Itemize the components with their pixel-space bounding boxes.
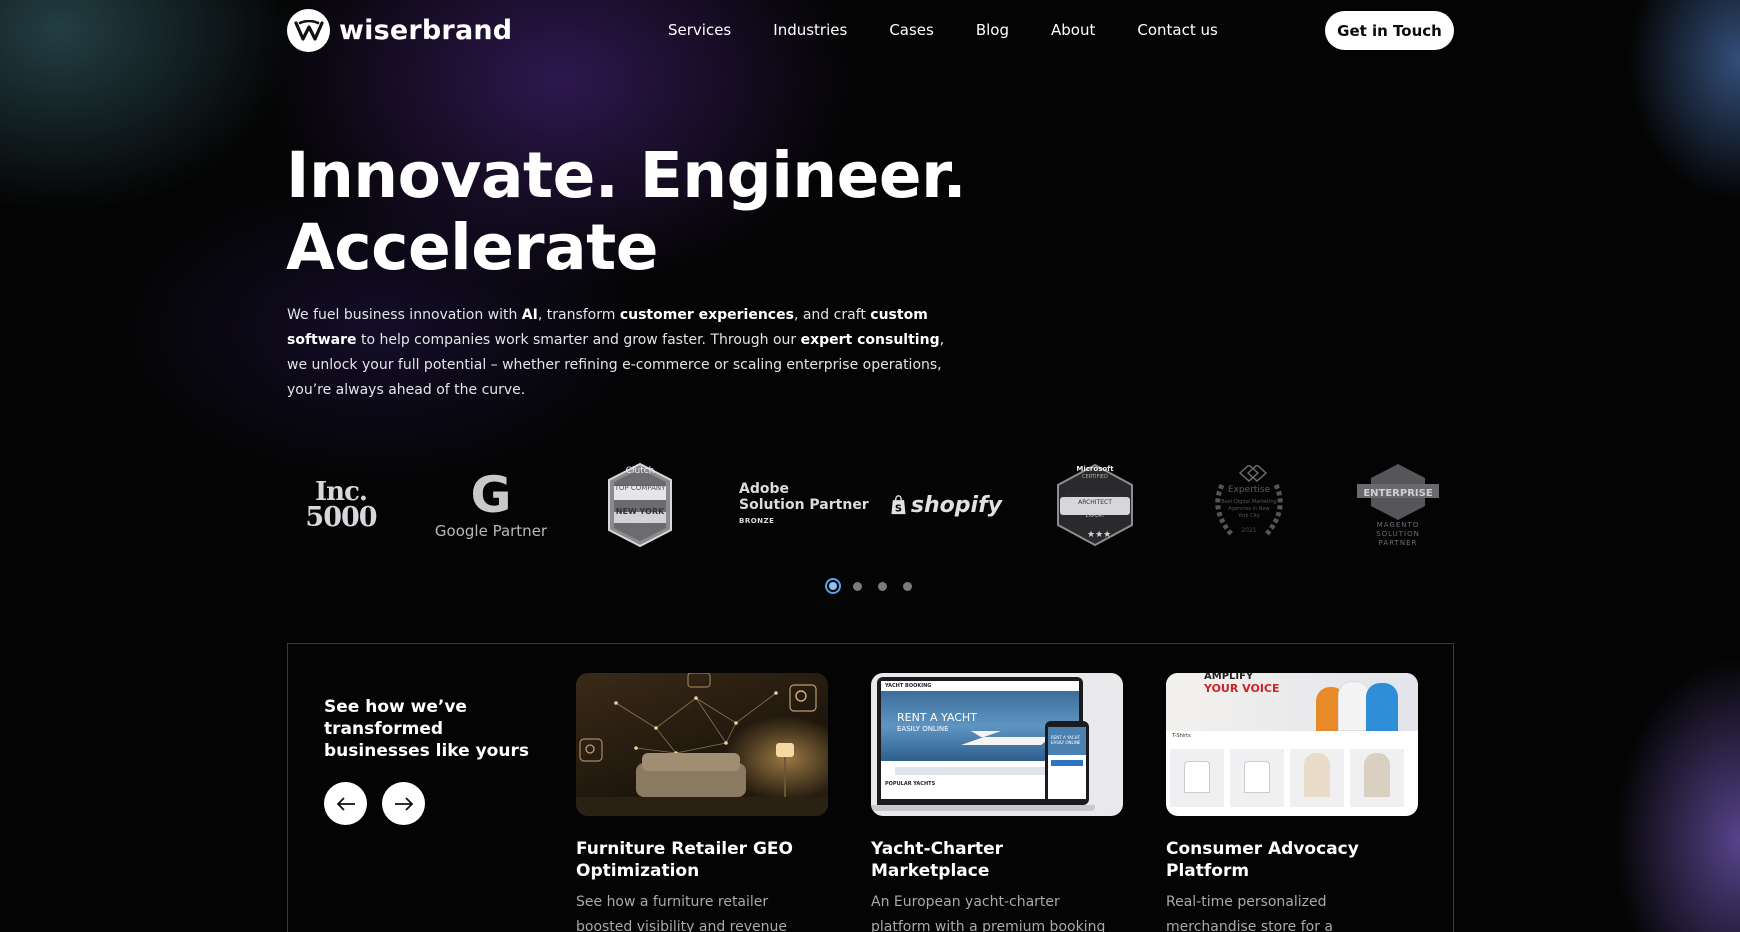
case-image-furniture: [576, 673, 828, 816]
hero-title-line1: Innovate. Engineer.: [286, 139, 967, 212]
case-description: Real-time personalized merchandise store…: [1166, 894, 1333, 932]
google-partner-label: Google Partner: [434, 522, 548, 540]
nav-about[interactable]: About: [1051, 21, 1095, 39]
nav-blog[interactable]: Blog: [976, 21, 1009, 39]
nav-contact[interactable]: Contact us: [1137, 21, 1217, 39]
advocacy-headline2: YOUR VOICE: [1204, 682, 1280, 695]
hero-title: Innovate. Engineer. Accelerate: [286, 140, 986, 284]
microsoft-azure-badge: ★★★ Microsoft CERTIFIED AZURE SOLUTIONS …: [1054, 455, 1136, 555]
yacht-headline1: RENT A YACHT: [897, 711, 977, 724]
case-card-advocacy[interactable]: AMPLIFY YOUR VOICE T-Shirts Consumer Adv…: [1166, 673, 1418, 932]
magento-partner-badge: ENTERPRISE MAGENTO SOLUTION PARTNER: [1355, 455, 1441, 555]
carousel-dot-1[interactable]: [825, 578, 841, 594]
case-title: Consumer Advocacy Platform: [1166, 839, 1359, 881]
shopify-label: shopify: [910, 492, 1002, 518]
partner-logos: Inc. 5000 G Google Partner Clutch TOP CO…: [287, 455, 1455, 555]
clutch-line1: TOP COMPANY: [614, 484, 666, 492]
nav-industries[interactable]: Industries: [773, 21, 847, 39]
google-g-icon: G: [470, 466, 512, 524]
hero-desc-bold: AI: [521, 307, 538, 323]
clutch-line2: NEW YORK: [615, 507, 665, 516]
carousel-dot-4[interactable]: [903, 581, 912, 591]
carousel-dot-2[interactable]: [853, 581, 862, 591]
adobe-line2: Solution Partner: [739, 497, 869, 513]
microsoft-line2: CERTIFIED: [1082, 474, 1108, 480]
case-card-yacht[interactable]: YACHT BOOKING RENT A YACHT EASILY ONLINE…: [871, 673, 1123, 932]
cases-heading: See how we’ve transformed businesses lik…: [324, 697, 529, 761]
advocacy-section: T-Shirts: [1172, 733, 1191, 739]
case-description: An European yacht-charter platform with …: [871, 894, 1106, 932]
main-nav: Services Industries Cases Blog About Con…: [668, 21, 1260, 39]
adobe-line3: BRONZE: [739, 517, 775, 525]
yacht-phone-line2: EASILY ONLINE: [1051, 740, 1081, 745]
case-description: See how a furniture retailer boosted vis…: [576, 894, 787, 932]
hero-desc-text: to help companies work smarter and grow …: [356, 332, 801, 348]
adobe-line1: Adobe: [739, 481, 789, 497]
case-card-furniture[interactable]: Furniture Retailer GEO Optimization See …: [576, 673, 828, 932]
case-title: Furniture Retailer GEO Optimization: [576, 839, 793, 881]
yacht-headline2: EASILY ONLINE: [897, 725, 949, 733]
expertise-line3: Agencies in New: [1228, 506, 1270, 512]
expertise-year: 2021: [1241, 527, 1257, 534]
adobe-partner-badge: Adobe Solution Partner BRONZE: [739, 455, 869, 555]
hero-desc-text: , transform: [537, 307, 620, 323]
hero-title-line2: Accelerate: [286, 211, 658, 284]
yacht-brand: YACHT BOOKING: [885, 683, 932, 689]
carousel-dot-3[interactable]: [878, 581, 887, 591]
magento-line3: SOLUTION: [1376, 530, 1420, 538]
google-partner-badge: G Google Partner: [427, 455, 555, 555]
next-case-button[interactable]: [382, 782, 425, 825]
hero-desc-text: , and craft: [793, 307, 871, 323]
arrow-left-icon: [336, 796, 355, 811]
hero-desc-text: We fuel business innovation with: [287, 307, 522, 323]
expertise-line4: York City: [1238, 513, 1260, 519]
case-image-yacht: YACHT BOOKING RENT A YACHT EASILY ONLINE…: [871, 673, 1123, 816]
brand-logo[interactable]: wiserbrand: [287, 9, 512, 52]
magento-line4: PARTNER: [1378, 539, 1418, 547]
hero-description: We fuel business innovation with AI, tra…: [287, 303, 967, 403]
previous-case-button[interactable]: [324, 782, 367, 825]
brand-logo-icon: [287, 9, 330, 52]
shopify-badge: S shopify: [890, 455, 1002, 555]
microsoft-line4: ARCHITECT: [1078, 499, 1112, 506]
brand-name: wiserbrand: [339, 15, 513, 46]
nav-cases[interactable]: Cases: [889, 21, 934, 39]
logo-carousel-dots: [825, 578, 928, 594]
site-header: wiserbrand Services Industries Cases Blo…: [0, 0, 1740, 62]
expertise-award-badge: Expertise Best Digital Marketing Agencie…: [1202, 455, 1296, 555]
expertise-line2: Best Digital Marketing: [1221, 499, 1277, 505]
case-studies-section: See how we’ve transformed businesses lik…: [287, 643, 1454, 932]
arrow-right-icon: [394, 796, 413, 811]
get-in-touch-button[interactable]: Get in Touch: [1325, 11, 1454, 50]
expertise-line1: Expertise: [1227, 485, 1271, 495]
microsoft-line3: AZURE SOLUTIONS: [1066, 492, 1124, 499]
magento-line1: ENTERPRISE: [1363, 488, 1433, 499]
hero-desc-bold: customer experiences: [619, 307, 794, 323]
case-image-advocacy: AMPLIFY YOUR VOICE T-Shirts: [1166, 673, 1418, 816]
advocacy-headline1: AMPLIFY: [1204, 673, 1254, 682]
svg-text:★★★: ★★★: [1087, 530, 1111, 540]
hero-desc-bold: expert consulting: [800, 332, 940, 348]
clutch-year: 2023: [632, 518, 648, 525]
microsoft-line5: EXPERT: [1085, 513, 1105, 519]
nav-services[interactable]: Services: [668, 21, 731, 39]
magento-line2: MAGENTO: [1376, 521, 1420, 529]
microsoft-line1: Microsoft: [1076, 465, 1114, 473]
case-title: Yacht-Charter Marketplace: [871, 839, 1004, 881]
clutch-top: Clutch: [625, 466, 655, 476]
inc-line2: 5000: [305, 502, 377, 533]
svg-text:S: S: [895, 503, 902, 514]
inc-5000-badge: Inc. 5000: [287, 455, 395, 555]
clutch-badge: Clutch TOP COMPANY NEW YORK 2023: [605, 455, 675, 555]
shopify-bag-icon: S: [891, 495, 906, 514]
